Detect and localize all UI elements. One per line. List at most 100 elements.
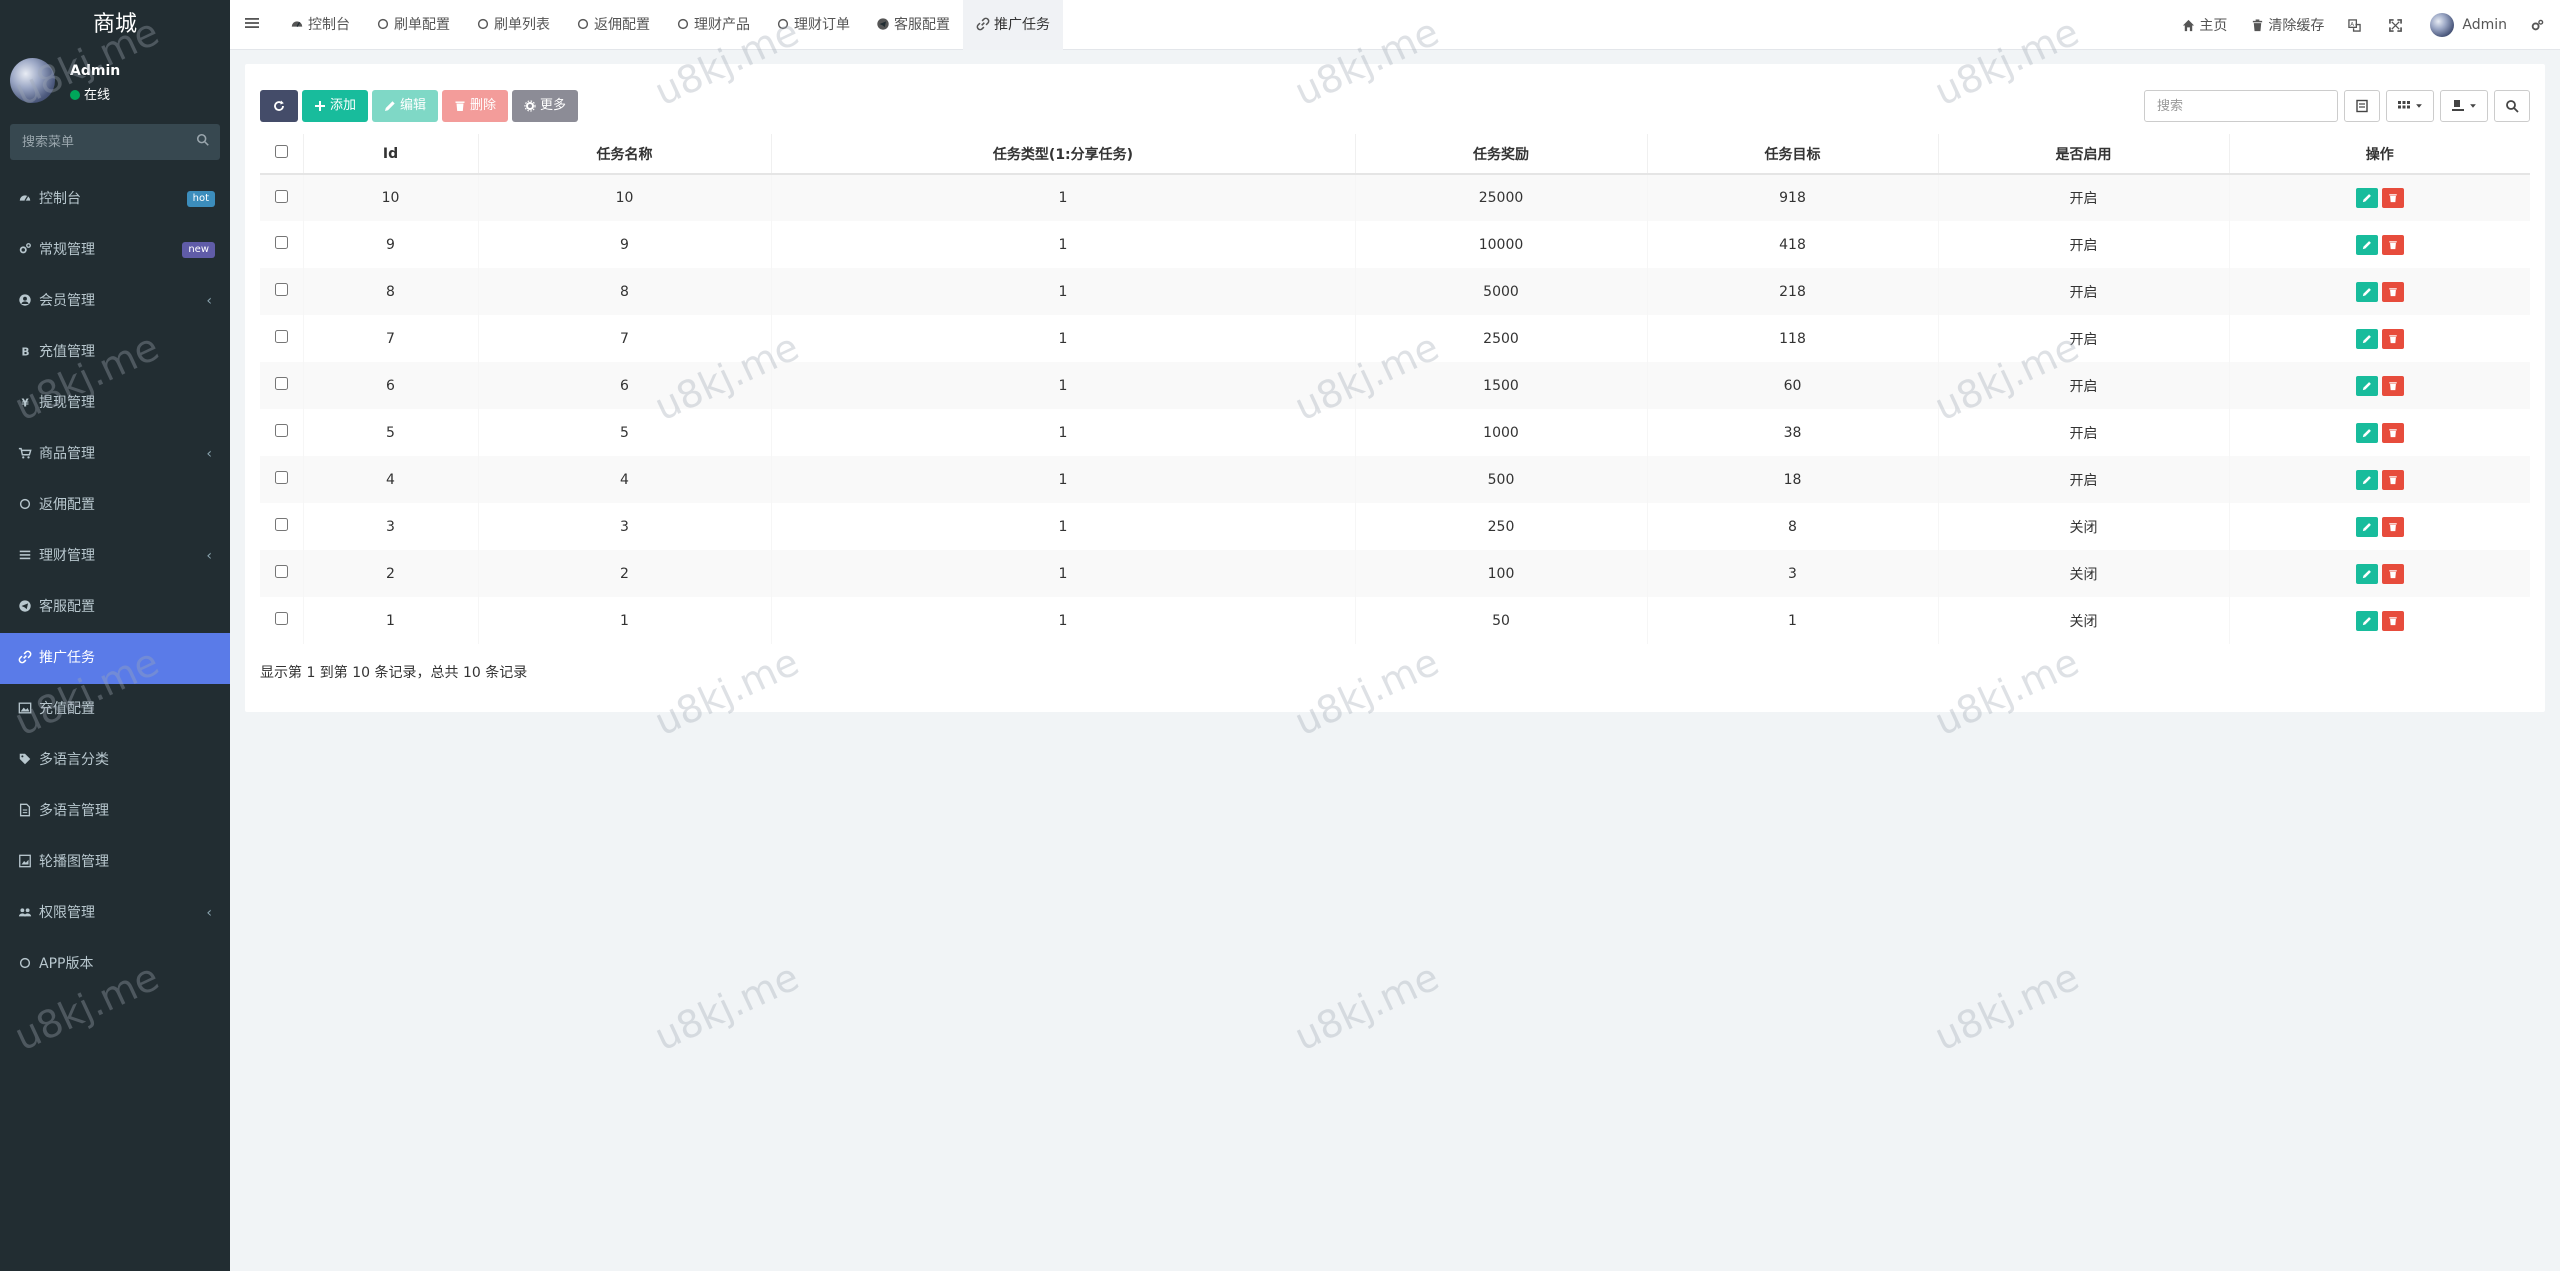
row-checkbox[interactable] bbox=[274, 330, 288, 343]
sidebar-item[interactable]: 充值配置 bbox=[0, 684, 230, 735]
brand-logo[interactable]: 商城 bbox=[0, 0, 230, 50]
col-enabled[interactable]: 是否启用 bbox=[1937, 134, 2229, 175]
row-checkbox[interactable] bbox=[274, 283, 288, 296]
row-delete-button[interactable] bbox=[2381, 610, 2404, 631]
sidebar-item[interactable]: 商品管理 ‹ bbox=[0, 429, 230, 480]
sidebar-item[interactable]: ¥ 提现管理 bbox=[0, 378, 230, 429]
advanced-search-button[interactable] bbox=[2494, 90, 2530, 122]
table-row[interactable]: 3 3 1 250 8 关闭 bbox=[260, 503, 2530, 550]
delete-button[interactable]: 删除 bbox=[442, 90, 509, 122]
row-delete-button[interactable] bbox=[2381, 328, 2404, 349]
nav-tab-label: 返佣配置 bbox=[594, 17, 650, 33]
fullscreen-button[interactable] bbox=[2377, 18, 2418, 32]
row-edit-button[interactable] bbox=[2355, 188, 2378, 208]
table-row[interactable]: 1 1 1 50 1 关闭 bbox=[260, 597, 2530, 644]
table-row[interactable]: 10 10 1 25000 918 开启 bbox=[260, 174, 2530, 221]
row-checkbox[interactable] bbox=[274, 377, 288, 390]
table-row[interactable]: 7 7 1 2500 118 开启 bbox=[260, 315, 2530, 362]
select-all-checkbox[interactable] bbox=[274, 145, 288, 158]
row-checkbox[interactable] bbox=[274, 236, 288, 249]
sidebar-item[interactable]: B 充值管理 bbox=[0, 327, 230, 378]
col-task-reward[interactable]: 任务奖励 bbox=[1354, 134, 1647, 175]
sidebar-item[interactable]: 轮播图管理 bbox=[0, 837, 230, 888]
row-edit-button[interactable] bbox=[2355, 328, 2378, 349]
table-row[interactable]: 8 8 1 5000 218 开启 bbox=[260, 268, 2530, 315]
more-button[interactable]: 更多 bbox=[512, 90, 579, 122]
row-delete-button[interactable] bbox=[2381, 563, 2404, 584]
row-delete-button[interactable] bbox=[2381, 234, 2404, 255]
row-checkbox[interactable] bbox=[274, 189, 288, 203]
row-edit-button[interactable] bbox=[2355, 281, 2378, 302]
cell-id: 1 bbox=[302, 597, 478, 644]
sidebar-item[interactable]: 客服配置 bbox=[0, 582, 230, 633]
table-row[interactable]: 5 5 1 1000 38 开启 bbox=[260, 409, 2530, 456]
row-checkbox[interactable] bbox=[274, 612, 288, 625]
row-delete-button[interactable] bbox=[2381, 375, 2404, 396]
refresh-button[interactable] bbox=[260, 90, 298, 122]
sidebar-item[interactable]: 多语言分类 bbox=[0, 735, 230, 786]
nav-tab[interactable]: 返佣配置 bbox=[563, 0, 663, 50]
settings-button[interactable] bbox=[2519, 19, 2560, 32]
row-edit-button[interactable] bbox=[2355, 610, 2378, 631]
sidebar-item-label: 返佣配置 bbox=[39, 497, 95, 513]
sidebar-item[interactable]: 返佣配置 bbox=[0, 480, 230, 531]
col-task-target[interactable]: 任务目标 bbox=[1646, 134, 1938, 175]
row-actions bbox=[2228, 550, 2530, 597]
sidebar-item[interactable]: 多语言管理 bbox=[0, 786, 230, 837]
row-edit-button[interactable] bbox=[2355, 234, 2378, 255]
table-row[interactable]: 2 2 1 100 3 关闭 bbox=[260, 550, 2530, 597]
nav-tab[interactable]: 刷单配置 bbox=[363, 0, 463, 50]
table-row[interactable]: 9 9 1 10000 418 开启 bbox=[260, 221, 2530, 268]
row-delete-button[interactable] bbox=[2381, 281, 2404, 302]
nav-tab[interactable]: 理财订单 bbox=[763, 0, 863, 50]
nav-tab[interactable]: 客服配置 bbox=[863, 0, 963, 50]
toggle-view-button[interactable] bbox=[2344, 90, 2380, 122]
translate-button[interactable]: A bbox=[2336, 18, 2377, 32]
row-edit-button[interactable] bbox=[2355, 563, 2378, 584]
row-delete-button[interactable] bbox=[2381, 188, 2404, 208]
row-delete-button[interactable] bbox=[2381, 422, 2404, 443]
hamburger-menu-icon[interactable] bbox=[244, 15, 260, 31]
nav-tab[interactable]: 推广任务 bbox=[963, 0, 1063, 50]
row-edit-button[interactable] bbox=[2355, 422, 2378, 443]
row-checkbox[interactable] bbox=[274, 424, 288, 437]
clear-cache-button[interactable]: 清除缓存 bbox=[2239, 15, 2336, 35]
row-checkbox[interactable] bbox=[274, 518, 288, 531]
nav-tab[interactable]: 理财产品 bbox=[663, 0, 763, 50]
export-dropdown[interactable] bbox=[2440, 90, 2488, 122]
admin-user-menu[interactable]: Admin bbox=[2418, 13, 2519, 37]
sidebar-item[interactable]: 推广任务 bbox=[0, 633, 230, 684]
add-button[interactable]: 添加 bbox=[302, 90, 369, 122]
menu-search-input[interactable] bbox=[10, 124, 220, 160]
row-edit-button[interactable] bbox=[2355, 516, 2378, 537]
col-task-name[interactable]: 任务名称 bbox=[477, 134, 771, 175]
row-checkbox[interactable] bbox=[274, 565, 288, 578]
row-delete-button[interactable] bbox=[2381, 469, 2404, 490]
row-edit-button[interactable] bbox=[2355, 469, 2378, 490]
edit-button[interactable]: 编辑 bbox=[372, 90, 439, 122]
nav-tab[interactable]: 控制台 bbox=[277, 0, 363, 50]
sidebar-item[interactable]: 理财管理 ‹ bbox=[0, 531, 230, 582]
sidebar-item[interactable]: 权限管理 ‹ bbox=[0, 888, 230, 939]
sidebar-item[interactable]: 控制台 hot bbox=[0, 174, 230, 225]
cell-task-reward: 500 bbox=[1354, 456, 1647, 503]
table-row[interactable]: 6 6 1 1500 60 开启 bbox=[260, 362, 2530, 409]
table-row[interactable]: 4 4 1 500 18 开启 bbox=[260, 456, 2530, 503]
cell-task-type: 1 bbox=[770, 550, 1355, 597]
row-delete-button[interactable] bbox=[2381, 516, 2404, 537]
cell-task-type: 1 bbox=[770, 503, 1355, 550]
cell-task-target: 18 bbox=[1646, 456, 1938, 503]
home-link[interactable]: 主页 bbox=[2170, 15, 2239, 35]
sidebar-item[interactable]: 会员管理 ‹ bbox=[0, 276, 230, 327]
sidebar-item[interactable]: 常规管理 new bbox=[0, 225, 230, 276]
col-task-type[interactable]: 任务类型(1:分享任务) bbox=[770, 134, 1355, 175]
table-search-input[interactable] bbox=[2144, 90, 2338, 122]
row-checkbox[interactable] bbox=[274, 471, 288, 484]
circle-icon bbox=[676, 2, 690, 30]
columns-dropdown[interactable] bbox=[2386, 90, 2434, 122]
search-icon[interactable] bbox=[196, 133, 210, 147]
col-id[interactable]: Id bbox=[302, 134, 478, 175]
row-edit-button[interactable] bbox=[2355, 375, 2378, 396]
nav-tab[interactable]: 刷单列表 bbox=[463, 0, 563, 50]
sidebar-item[interactable]: APP版本 bbox=[0, 939, 230, 990]
